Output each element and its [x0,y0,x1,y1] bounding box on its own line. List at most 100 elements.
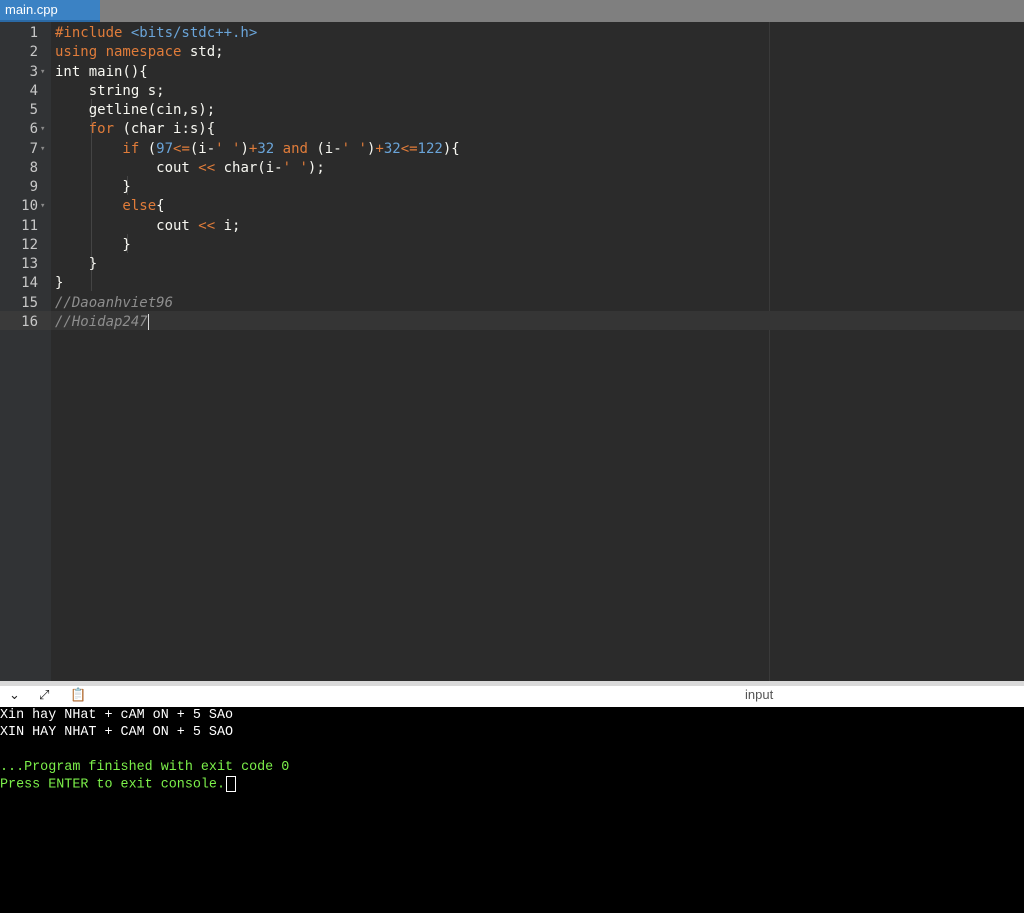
code-token: string s; [55,82,165,99]
line-number: 13 [21,256,38,272]
chevron-down-icon[interactable]: ⌄ [9,688,20,703]
code-token: ); [307,159,325,176]
code-token: ' ' [341,140,367,157]
input-tab-label[interactable]: input [745,687,773,702]
code-token: 32 [257,140,275,157]
code-text: else{ [55,197,165,216]
code-token: 32 [383,140,401,157]
code-text: string s; [55,82,165,101]
code-token: ' ' [215,140,241,157]
exit-status-text: ...Program finished with exit code 0 [0,759,290,775]
console-output[interactable]: Xin hay NHat + cAM oN + 5 SAo XIN HAY NHA… [0,707,1024,913]
line-number: 15 [21,294,38,311]
code-lines: 1 #include <bits/stdc++.h> 2 using namespac… [0,24,1024,332]
console-line: Xin hay NHat + cAM oN + 5 SAo [0,708,234,723]
code-token: ( [139,140,157,157]
code-token: and [282,140,308,157]
code-token: cout [55,159,199,176]
code-text: int main(){ [55,63,148,82]
code-token: getline(cin,s); [55,102,216,118]
code-text: } [55,274,63,293]
line-number: 12 [21,236,38,253]
code-text: } [55,178,131,197]
line-number: 5 [29,102,38,118]
code-token: } [55,256,98,272]
code-token: ) [240,140,249,157]
fold-arrow-icon[interactable]: ▾ [40,197,50,216]
code-token: for [55,121,115,138]
code-token: 97 [156,140,174,157]
line-number: 6 [29,121,38,138]
tab-bar: main.cpp [0,0,1024,22]
fold-arrow-icon[interactable]: ▾ [40,63,50,82]
code-line: 6 ▾ for (char i:s){ [0,120,1024,139]
line-number: 11 [21,217,38,234]
code-text: } [55,236,131,255]
code-token: } [55,179,131,195]
code-text: using namespace std; [55,43,224,62]
code-token: cout [55,217,199,234]
expand-icon[interactable]: ⤢ [39,688,49,703]
code-token: <= [400,140,418,157]
code-token: (i- [189,140,216,157]
line-number: 10 [21,198,38,215]
code-token: + [375,140,384,157]
code-line: 5 getline(cin,s); [0,101,1024,120]
code-token: } [55,236,131,253]
code-line: 7 ▾ if (97<=(i-' ')+32 and (i-' ')+32<=12… [0,140,1024,159]
code-text: getline(cin,s); [55,101,215,120]
code-text: #include <bits/stdc++.h> [55,24,257,43]
code-token: //Daoanhviet96 [55,294,174,311]
line-number: 3 [29,63,38,80]
code-token: i; [215,217,241,234]
exit-prompt-text: Press ENTER to exit console. [0,777,225,793]
exit-prompt: Press ENTER to exit console. [0,775,1024,793]
code-line: 14} [0,274,1024,293]
code-token: int main(){ [55,63,148,80]
code-line: 13 } [0,255,1024,274]
code-token: { [156,198,165,215]
code-token: ){ [442,140,460,157]
code-token: char(i- [215,159,283,176]
code-line: 11 cout << i; [0,217,1024,236]
terminal-cursor [226,775,236,792]
code-token: << [198,217,216,234]
code-token: #include [55,25,131,41]
code-line: 2 using namespace std; [0,43,1024,62]
console-toolbar: ⌄ ⤢ 📋 input [0,681,1024,707]
line-number: 9 [29,179,38,195]
text-cursor [147,313,149,330]
line-number: 4 [29,82,38,99]
clipboard-icon[interactable]: 📋 [70,688,86,703]
code-line: 12 } [0,236,1024,255]
code-line: 9 } [0,178,1024,197]
code-text: //Hoidap247 [55,313,149,332]
code-token: 122 [417,140,443,157]
code-line: 1 #include <bits/stdc++.h> [0,24,1024,43]
tab-main-cpp[interactable]: main.cpp [0,0,100,22]
code-text: //Daoanhviet96 [55,294,173,313]
code-line: 8 cout << char(i-' '); [0,159,1024,178]
code-line: 16 //Hoidap247 [0,313,1024,332]
code-token: if [55,140,140,157]
code-line: 3 ▾ int main(){ [0,63,1024,82]
code-line: 15 //Daoanhviet96 [0,294,1024,313]
code-line: 10 ▾ else{ [0,197,1024,216]
line-number: 2 [29,44,38,61]
code-text: } [55,255,97,274]
code-text: cout << i; [55,217,240,236]
code-token: using namespace [55,44,182,61]
code-token: //Hoidap247 [55,313,148,330]
code-token: <= [173,140,190,157]
code-token: ' ' [282,159,308,176]
code-token: << [198,159,216,176]
code-line: 4 string s; [0,82,1024,101]
line-number: 7 [29,140,38,157]
fold-arrow-icon[interactable]: ▾ [40,140,50,159]
fold-arrow-icon[interactable]: ▾ [40,120,50,139]
line-number: 1 [29,25,38,41]
code-editor[interactable]: 1 #include <bits/stdc++.h> 2 using namespac… [0,22,1024,681]
line-number: 14 [21,275,38,292]
